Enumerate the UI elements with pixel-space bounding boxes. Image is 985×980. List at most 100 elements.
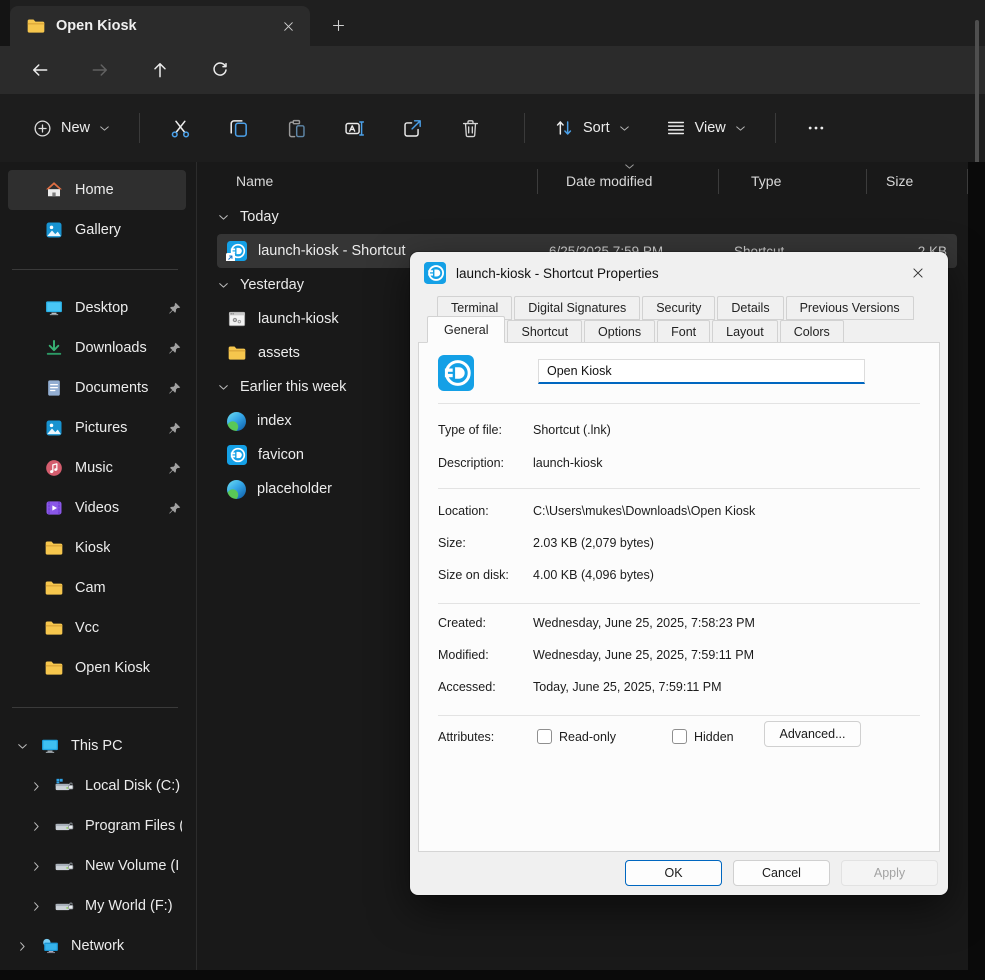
advanced-button[interactable]: Advanced... (764, 721, 861, 747)
tab-close-button[interactable] (274, 12, 302, 40)
column-date-modified[interactable]: Date modified (547, 173, 732, 189)
view-button-label: View (694, 120, 726, 136)
column-divider[interactable] (967, 169, 968, 194)
toolbar-divider (139, 113, 141, 143)
column-divider[interactable] (866, 169, 867, 194)
apply-button[interactable]: Apply (841, 860, 938, 886)
cancel-button[interactable]: Cancel (733, 860, 830, 886)
chevron-down-icon (217, 381, 230, 394)
field-value-description: launch-kiosk (533, 456, 603, 470)
field-value-size: 2.03 KB (2,079 bytes) (533, 536, 654, 550)
dialog-tab-layout[interactable]: Layout (712, 320, 778, 343)
copy-button[interactable] (216, 108, 260, 148)
dialog-tab-font[interactable]: Font (657, 320, 711, 343)
sidebar-item-cam[interactable]: Cam (8, 568, 186, 608)
sidebar-item-new-volume-i[interactable]: New Volume (I (8, 846, 186, 886)
sidebar-item-label: Music (75, 460, 113, 476)
more-icon (806, 118, 826, 138)
sidebar-item-label: Documents (75, 380, 149, 396)
sidebar-item-desktop[interactable]: Desktop (8, 288, 186, 328)
sidebar-item-my-world-f[interactable]: My World (F:) (8, 886, 186, 926)
dialog-tab-general[interactable]: General (427, 316, 506, 343)
sidebar-item-downloads[interactable]: Downloads (8, 328, 186, 368)
hidden-checkbox[interactable] (672, 729, 687, 744)
column-size[interactable]: Size (877, 173, 957, 189)
dialog-title-bar[interactable]: launch-kiosk - Shortcut Properties (410, 252, 948, 294)
sidebar-item-open-kiosk[interactable]: Open Kiosk (8, 648, 186, 688)
file-name: launch-kiosk - Shortcut (258, 243, 406, 259)
sidebar-item-label: Vcc (75, 620, 100, 636)
sidebar-item-label: Kiosk (75, 540, 111, 556)
group-label: Earlier this week (240, 379, 347, 395)
folder-icon (44, 538, 64, 558)
sidebar-item-label: Videos (75, 500, 120, 516)
column-name[interactable]: Name (217, 173, 547, 189)
sort-button[interactable]: Sort (543, 109, 641, 147)
plus-circle-icon (32, 118, 53, 139)
sidebar-item-gallery[interactable]: Gallery (8, 210, 186, 250)
share-button[interactable] (390, 108, 434, 148)
toolbar-divider (524, 113, 526, 143)
chevron-down-icon (217, 279, 230, 292)
sidebar-item-program-files[interactable]: Program Files ( (8, 806, 186, 846)
file-name: favicon (258, 447, 304, 463)
sidebar-item-home[interactable]: Home (8, 170, 186, 210)
field-value-type-of-file: Shortcut (.lnk) (533, 423, 611, 437)
column-divider[interactable] (537, 169, 538, 194)
paste-button[interactable] (274, 108, 318, 148)
column-divider[interactable] (718, 169, 719, 194)
back-button[interactable] (20, 52, 60, 88)
sidebar-item-local-disk-c[interactable]: Local Disk (C:) (8, 766, 186, 806)
more-options-button[interactable] (794, 108, 838, 148)
view-button[interactable]: View (655, 109, 757, 147)
ok-button[interactable]: OK (625, 860, 722, 886)
sidebar-item-this-pc[interactable]: This PC (8, 726, 186, 766)
sidebar-item-label: New Volume (I (85, 858, 180, 874)
rename-button[interactable] (332, 108, 376, 148)
dialog-close-button[interactable] (902, 258, 934, 288)
refresh-button[interactable] (200, 52, 240, 88)
dialog-tab-previous-versions[interactable]: Previous Versions (785, 296, 914, 320)
dialog-tab-details[interactable]: Details (717, 296, 784, 320)
dialog-tab-options[interactable]: Options (584, 320, 656, 343)
toolbar-divider (774, 113, 776, 143)
chevron-right-icon (30, 780, 43, 793)
sidebar-item-kiosk[interactable]: Kiosk (8, 528, 186, 568)
dialog-tab-digital-signatures[interactable]: Digital Signatures (514, 296, 641, 320)
up-button[interactable] (140, 52, 180, 88)
pin-icon (167, 341, 182, 356)
sidebar-item-vcc[interactable]: Vcc (8, 608, 186, 648)
file-name-input[interactable] (538, 359, 865, 384)
dialog-tab-shortcut[interactable]: Shortcut (507, 320, 583, 343)
share-icon (401, 117, 424, 140)
separator (438, 488, 920, 489)
sidebar-item-music[interactable]: Music (8, 448, 186, 488)
sidebar-item-network[interactable]: Network (8, 926, 186, 966)
new-button[interactable]: New (22, 110, 121, 147)
videos-icon (44, 498, 64, 518)
sidebar-item-documents[interactable]: Documents (8, 368, 186, 408)
forward-button[interactable] (80, 52, 120, 88)
readonly-checkbox[interactable] (537, 729, 552, 744)
file-name: index (257, 413, 292, 429)
dialog-tab-colors[interactable]: Colors (779, 320, 844, 343)
group-label: Yesterday (240, 277, 304, 293)
group-label: Today (240, 209, 279, 225)
field-label-modified: Modified: (438, 648, 489, 662)
new-tab-button[interactable] (322, 12, 354, 38)
field-value-modified: Wednesday, June 25, 2025, 7:59:11 PM (533, 648, 754, 662)
this-pc-icon (40, 736, 60, 756)
dialog-tab-security[interactable]: Security (642, 296, 716, 320)
delete-button[interactable] (448, 108, 492, 148)
general-tab-page: Attributes: Read-only Hidden Advanced...… (418, 342, 940, 852)
sidebar-item-label: Pictures (75, 420, 128, 436)
bottom-edge-strip (0, 970, 985, 980)
explorer-tab[interactable]: Open Kiosk (10, 6, 310, 46)
group-header-today[interactable]: Today (197, 200, 968, 234)
file-name: placeholder (257, 481, 332, 497)
sidebar-item-videos[interactable]: Videos (8, 488, 186, 528)
cut-button[interactable] (158, 108, 202, 148)
sidebar-item-pictures[interactable]: Pictures (8, 408, 186, 448)
column-type[interactable]: Type (732, 173, 877, 189)
sidebar-list: Home Gallery Desktop Downloads Documents Pict… (0, 162, 196, 970)
